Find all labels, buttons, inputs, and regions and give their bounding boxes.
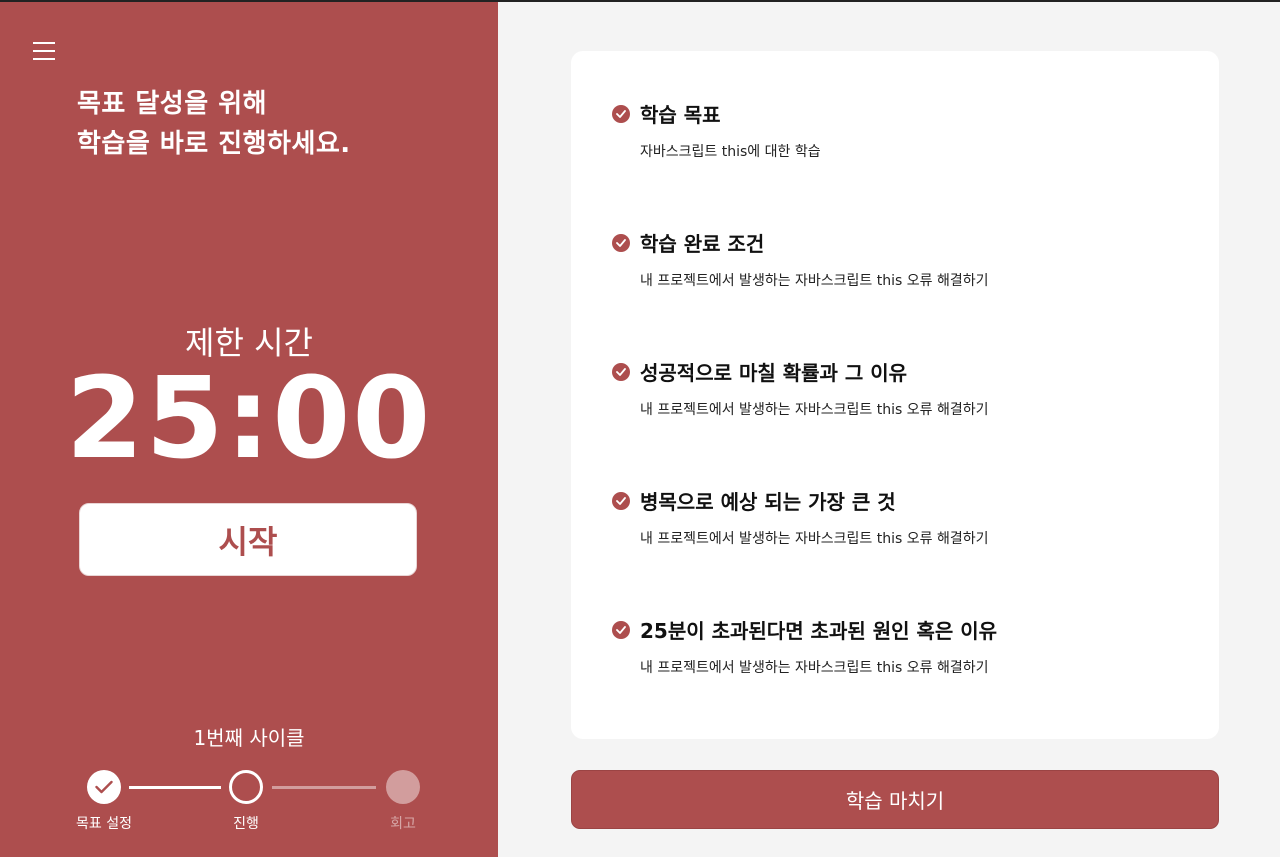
goal-title: 학습 목표 bbox=[640, 103, 721, 127]
goal-description: 내 프로젝트에서 발생하는 자바스크립트 this 오류 해결하기 bbox=[640, 660, 989, 676]
step-progress-current bbox=[229, 770, 263, 804]
goal-title: 병목으로 예상 되는 가장 큰 것 bbox=[640, 490, 896, 514]
goal-title: 학습 완료 조건 bbox=[640, 232, 765, 256]
step-goal-setting-done bbox=[87, 770, 121, 804]
step-label-review: 회고 bbox=[390, 816, 416, 832]
check-icon bbox=[95, 780, 113, 794]
goal-title: 성공적으로 마칠 확률과 그 이유 bbox=[640, 361, 908, 385]
check-circle-icon bbox=[612, 104, 630, 123]
check-circle-icon bbox=[612, 491, 630, 510]
check-circle-icon bbox=[612, 620, 630, 639]
timer-panel: 목표 달성을 위해 학습을 바로 진행하세요. 제한 시간 25:00 시작 1… bbox=[0, 2, 498, 857]
start-button[interactable]: 시작 bbox=[79, 503, 417, 576]
cycle-label: 1번째 사이클 bbox=[193, 726, 305, 750]
finish-study-button[interactable]: 학습 마치기 bbox=[571, 770, 1219, 829]
headline: 목표 달성을 위해 학습을 바로 진행하세요. bbox=[77, 84, 351, 164]
headline-line-1: 목표 달성을 위해 bbox=[77, 89, 268, 119]
goal-description: 자바스크립트 this에 대한 학습 bbox=[640, 144, 821, 160]
check-circle-icon bbox=[612, 362, 630, 381]
step-label-progress: 진행 bbox=[233, 816, 259, 832]
timer-display: 25:00 bbox=[65, 354, 433, 484]
goal-description: 내 프로젝트에서 발생하는 자바스크립트 this 오류 해결하기 bbox=[640, 531, 989, 547]
goal-item: 25분이 초과된다면 초과된 원인 혹은 이유 내 프로젝트에서 발생하는 자바… bbox=[612, 615, 997, 677]
headline-line-2: 학습을 바로 진행하세요. bbox=[77, 129, 351, 159]
goal-item: 병목으로 예상 되는 가장 큰 것 내 프로젝트에서 발생하는 자바스크립트 t… bbox=[612, 486, 989, 548]
goals-card: 학습 목표 자바스크립트 this에 대한 학습 학습 완료 조건 내 프로젝트… bbox=[571, 51, 1219, 739]
step-review-upcoming bbox=[386, 770, 420, 804]
goal-description: 내 프로젝트에서 발생하는 자바스크립트 this 오류 해결하기 bbox=[640, 402, 989, 418]
progress-line-pending bbox=[272, 786, 376, 789]
hamburger-icon[interactable] bbox=[33, 42, 57, 62]
goal-item: 학습 완료 조건 내 프로젝트에서 발생하는 자바스크립트 this 오류 해결… bbox=[612, 228, 989, 290]
goal-item: 성공적으로 마칠 확률과 그 이유 내 프로젝트에서 발생하는 자바스크립트 t… bbox=[612, 357, 989, 419]
step-label-goal-setting: 목표 설정 bbox=[76, 816, 132, 832]
goal-title: 25분이 초과된다면 초과된 원인 혹은 이유 bbox=[640, 619, 998, 643]
goal-description: 내 프로젝트에서 발생하는 자바스크립트 this 오류 해결하기 bbox=[640, 273, 989, 289]
goal-item: 학습 목표 자바스크립트 this에 대한 학습 bbox=[612, 99, 821, 161]
check-circle-icon bbox=[612, 233, 630, 252]
progress-line-done bbox=[129, 786, 221, 789]
